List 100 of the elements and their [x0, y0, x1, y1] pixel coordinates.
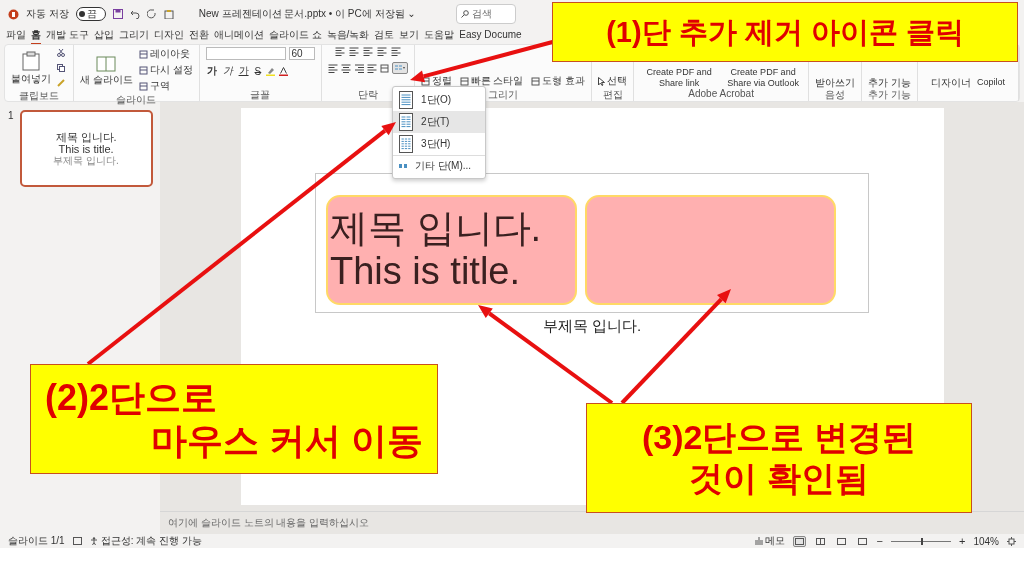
format-button[interactable]: S	[253, 65, 263, 77]
column-layout-icon	[399, 91, 413, 109]
columns-button[interactable]	[391, 62, 408, 74]
columns-icon	[399, 163, 407, 169]
menu-item[interactable]: 2단(T)	[393, 111, 485, 133]
slide-icon	[96, 53, 117, 72]
menu-tab[interactable]: 녹음/녹화	[326, 27, 370, 45]
font-name-field[interactable]	[205, 47, 286, 60]
highlighter-icon	[266, 66, 276, 76]
view-button[interactable]	[855, 535, 869, 547]
menu-tab[interactable]: 그리기	[118, 27, 149, 45]
align-right-icon	[353, 63, 364, 73]
format-button[interactable]: 가	[205, 64, 218, 78]
notes-icon	[754, 537, 763, 545]
clipboard-icon[interactable]	[163, 9, 174, 19]
column-layout-icon	[399, 113, 413, 131]
menu-tab[interactable]: 삽입	[93, 27, 114, 45]
group-label: 글꼴	[249, 88, 272, 100]
view-button[interactable]	[792, 535, 806, 547]
autosave-toggle[interactable]: 끔	[75, 7, 106, 21]
ribbon-button[interactable]: 도형 효과	[531, 74, 586, 88]
format-button[interactable]: 가	[221, 64, 234, 78]
notes-check-icon[interactable]	[72, 537, 82, 545]
cursor-icon	[598, 76, 606, 86]
callout-text: (3)2단으로 변경된	[641, 417, 917, 458]
menu-item[interactable]: 기타 단(M)...	[393, 155, 485, 176]
autosave-label: 자동 저장	[26, 7, 69, 21]
ribbon-button[interactable]: 디자이너	[930, 76, 971, 88]
ribbon-button[interactable]: 정렬	[420, 74, 452, 88]
ribbon-button[interactable]: 추가 기능	[868, 76, 911, 88]
callout-text: (1)단 추가 제거 아이콘 클릭	[605, 14, 965, 50]
view-icon	[857, 537, 867, 545]
align-center-icon	[340, 63, 351, 73]
menu-tab[interactable]: 애니메이션	[213, 27, 264, 45]
slide-title: This is title.	[330, 250, 522, 293]
ribbon-button[interactable]: 받아쓰기	[815, 76, 856, 88]
justify-icon	[366, 63, 377, 73]
search-placeholder: 검색	[472, 7, 492, 21]
clipboard-icon	[22, 50, 40, 71]
callout-text: (2)2단으로	[45, 375, 219, 419]
ribbon-button[interactable]: Create PDF and Share via Outlook	[724, 67, 803, 88]
ribbon-button[interactable]: 다시 설정	[138, 63, 193, 77]
accessibility-status[interactable]: 접근성: 계속 진행 가능	[100, 534, 202, 548]
view-button[interactable]	[834, 535, 848, 547]
thumbnail-title: This is title.	[58, 143, 114, 156]
slide-number: 1	[8, 110, 14, 121]
view-icon	[815, 537, 825, 545]
menu-tab[interactable]: 디자인	[153, 27, 184, 45]
scissors-icon[interactable]	[57, 49, 65, 57]
search-field[interactable]: 검색	[456, 4, 516, 24]
ribbon-button[interactable]: Copilot	[976, 77, 1005, 88]
paste-button[interactable]: 붙여넣기	[11, 50, 51, 86]
menu-tab[interactable]: 보기	[399, 27, 420, 45]
menu-item[interactable]: 3단(H)	[393, 133, 485, 155]
menu-tab[interactable]: 도움말	[424, 27, 455, 45]
save-icon[interactable]	[112, 9, 123, 19]
slide-title: 제목 입니다.	[330, 207, 543, 250]
undo-icon[interactable]	[129, 9, 140, 19]
menu-tab[interactable]: 슬라이드 쇼	[268, 27, 322, 45]
font-color-icon	[279, 66, 289, 76]
new-slide-button[interactable]: 새 슬라이드	[80, 53, 133, 87]
ribbon-button[interactable]: Create PDF and Share link	[640, 67, 719, 88]
slide-subtitle: 부제목 입니다.	[542, 317, 642, 336]
view-icon	[794, 537, 804, 545]
thumbnail-subtitle: 부제목 입니다.	[53, 155, 119, 167]
document-title: New 프레젠테이션 문서.pptx • 이 PC에 저장됨 ⌄	[198, 7, 416, 21]
copy-icon[interactable]	[57, 64, 65, 72]
zoom-in-button[interactable]: +	[959, 535, 966, 547]
accessibility-icon	[89, 537, 98, 545]
font-size-field[interactable]: 60	[288, 47, 315, 60]
slide-thumbnail[interactable]: 제목 입니다. This is title. 부제목 입니다.	[19, 110, 153, 187]
redo-icon[interactable]	[146, 9, 157, 19]
group-label: 클립보드	[18, 89, 60, 101]
thumbnail-title: 제목 입니다.	[55, 130, 117, 143]
group-label: 음성	[824, 88, 847, 100]
notes-button[interactable]: 메모	[754, 534, 785, 548]
group-label: 단락	[356, 88, 379, 100]
format-button[interactable]: 가	[237, 64, 250, 78]
menu-tab[interactable]: 검토	[374, 27, 395, 45]
fit-slide-icon[interactable]	[1007, 536, 1016, 546]
zoom-out-button[interactable]: −	[876, 535, 883, 547]
app-logo-icon	[8, 8, 19, 20]
callout-text: 것이 확인됨	[688, 458, 870, 499]
notes-field[interactable]: 여기에 슬라이드 노트의 내용을 입력하십시오	[168, 516, 370, 530]
menu-tab[interactable]: 개발 도구	[46, 27, 89, 45]
menu-item[interactable]: 1단(O)	[393, 89, 485, 111]
ribbon-button[interactable]: 빠른 스타일	[459, 74, 524, 88]
callout-text: 마우스 커서 이동	[150, 419, 423, 463]
view-icon	[836, 537, 846, 545]
column-layout-icon	[399, 135, 413, 153]
select-button[interactable]: 선택	[598, 74, 628, 88]
align-left-icon	[327, 63, 338, 73]
menu-tab[interactable]: 전환	[188, 27, 209, 45]
view-button[interactable]	[813, 535, 827, 547]
menu-tab[interactable]: 파일	[6, 27, 26, 45]
ribbon-button[interactable]: 레이아웃	[138, 47, 190, 61]
ribbon-button[interactable]: 구역	[138, 79, 170, 93]
menu-tab[interactable]: Easy Docume	[459, 29, 522, 43]
zoom-reading: 104%	[973, 535, 999, 547]
columns-icon	[393, 64, 406, 72]
